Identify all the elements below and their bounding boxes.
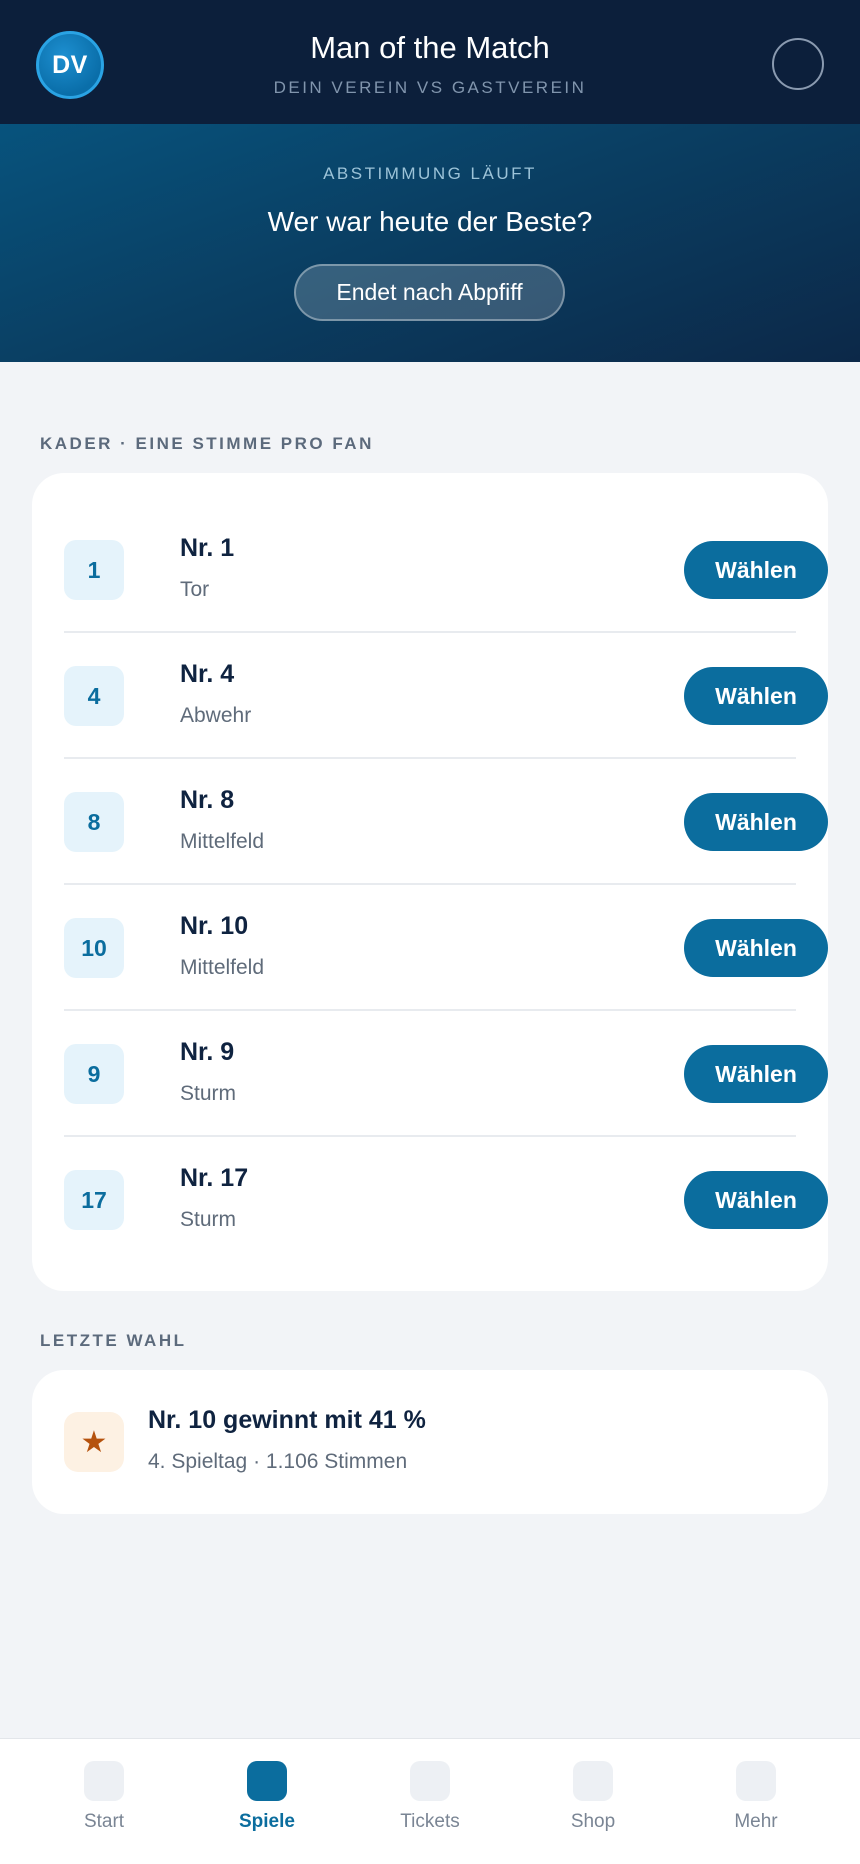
player-row: 1 Nr. 1 Tor Wählen <box>64 505 828 631</box>
row-divider <box>64 757 796 759</box>
last-vote-result: Nr. 10 gewinnt mit 41 % <box>148 1406 426 1434</box>
player-name: Nr. 8 <box>180 786 235 814</box>
player-name: Nr. 4 <box>180 660 235 688</box>
voting-status: ABSTIMMUNG LÄUFT <box>323 164 537 183</box>
nav-item-tickets[interactable]: Tickets <box>370 1739 490 1864</box>
app-screen: DV Man of the Match DEIN VEREIN VS GASTV… <box>0 0 860 1864</box>
player-row: 9 Nr. 9 Sturm Wählen <box>64 1009 828 1135</box>
row-divider <box>64 1009 796 1011</box>
nav-label: Mehr <box>734 1811 778 1832</box>
start-icon <box>84 1761 124 1801</box>
vote-button[interactable]: Wählen <box>684 1171 828 1229</box>
player-number-badge: 17 <box>64 1170 124 1230</box>
player-row: 8 Nr. 8 Mittelfeld Wählen <box>64 757 828 883</box>
nav-item-spiele[interactable]: Spiele <box>207 1739 327 1864</box>
player-number-badge: 4 <box>64 666 124 726</box>
vote-button[interactable]: Wählen <box>684 667 828 725</box>
last-vote-card: ★ Nr. 10 gewinnt mit 41 % 4. Spieltag · … <box>32 1370 828 1514</box>
nav-item-start[interactable]: Start <box>44 1739 164 1864</box>
bottom-nav: Start Spiele Tickets Shop Mehr <box>0 1738 860 1864</box>
tickets-icon <box>410 1761 450 1801</box>
squad-section-label: KADER · EINE STIMME PRO FAN <box>40 434 374 453</box>
nav-item-shop[interactable]: Shop <box>533 1739 653 1864</box>
spiele-icon <box>247 1761 287 1801</box>
player-row: 4 Nr. 4 Abwehr Wählen <box>64 631 828 757</box>
nav-label: Spiele <box>239 1811 295 1832</box>
player-number-badge: 8 <box>64 792 124 852</box>
player-name: Nr. 9 <box>180 1038 235 1066</box>
voting-end-badge: Endet nach Abpfiff <box>294 264 565 321</box>
top-header: DV Man of the Match DEIN VEREIN VS GASTV… <box>0 0 860 124</box>
player-row: 17 Nr. 17 Sturm Wählen <box>64 1135 828 1261</box>
nav-label: Shop <box>570 1811 616 1832</box>
player-position: Sturm <box>180 1208 237 1231</box>
star-icon: ★ <box>64 1412 124 1472</box>
player-position: Mittelfeld <box>180 956 265 979</box>
vote-button[interactable]: Wählen <box>684 793 828 851</box>
vote-button[interactable]: Wählen <box>684 541 828 599</box>
player-name: Nr. 10 <box>180 912 249 940</box>
vote-button[interactable]: Wählen <box>684 919 828 977</box>
page-title: Man of the Match <box>310 30 550 65</box>
player-position: Sturm <box>180 1082 237 1105</box>
player-number-badge: 1 <box>64 540 124 600</box>
voting-question: Wer war heute der Beste? <box>267 206 593 237</box>
voting-banner: ABSTIMMUNG LÄUFT Wer war heute der Beste… <box>0 124 860 362</box>
player-position: Mittelfeld <box>180 830 265 853</box>
nav-label: Tickets <box>400 1811 460 1832</box>
player-position: Tor <box>180 578 210 601</box>
player-position: Abwehr <box>180 704 252 727</box>
row-divider <box>64 883 796 885</box>
vote-button[interactable]: Wählen <box>684 1045 828 1103</box>
squad-card: 1 Nr. 1 Tor Wählen 4 Nr. 4 Abwehr Wählen… <box>32 473 828 1291</box>
row-divider <box>64 631 796 633</box>
player-row: 10 Nr. 10 Mittelfeld Wählen <box>64 883 828 1009</box>
nav-label: Start <box>83 1811 125 1832</box>
last-vote-section-label: LETZTE WAHL <box>40 1331 187 1350</box>
player-number-badge: 10 <box>64 918 124 978</box>
profile-circle-button[interactable] <box>772 38 824 90</box>
player-name: Nr. 1 <box>180 534 235 562</box>
last-vote-meta: 4. Spieltag · 1.106 Stimmen <box>148 1450 408 1473</box>
player-number-badge: 9 <box>64 1044 124 1104</box>
player-name: Nr. 17 <box>180 1164 249 1192</box>
nav-item-mehr[interactable]: Mehr <box>696 1739 816 1864</box>
mehr-icon <box>736 1761 776 1801</box>
match-subtitle: DEIN VEREIN VS GASTVEREIN <box>273 78 587 97</box>
shop-icon <box>573 1761 613 1801</box>
row-divider <box>64 1135 796 1137</box>
